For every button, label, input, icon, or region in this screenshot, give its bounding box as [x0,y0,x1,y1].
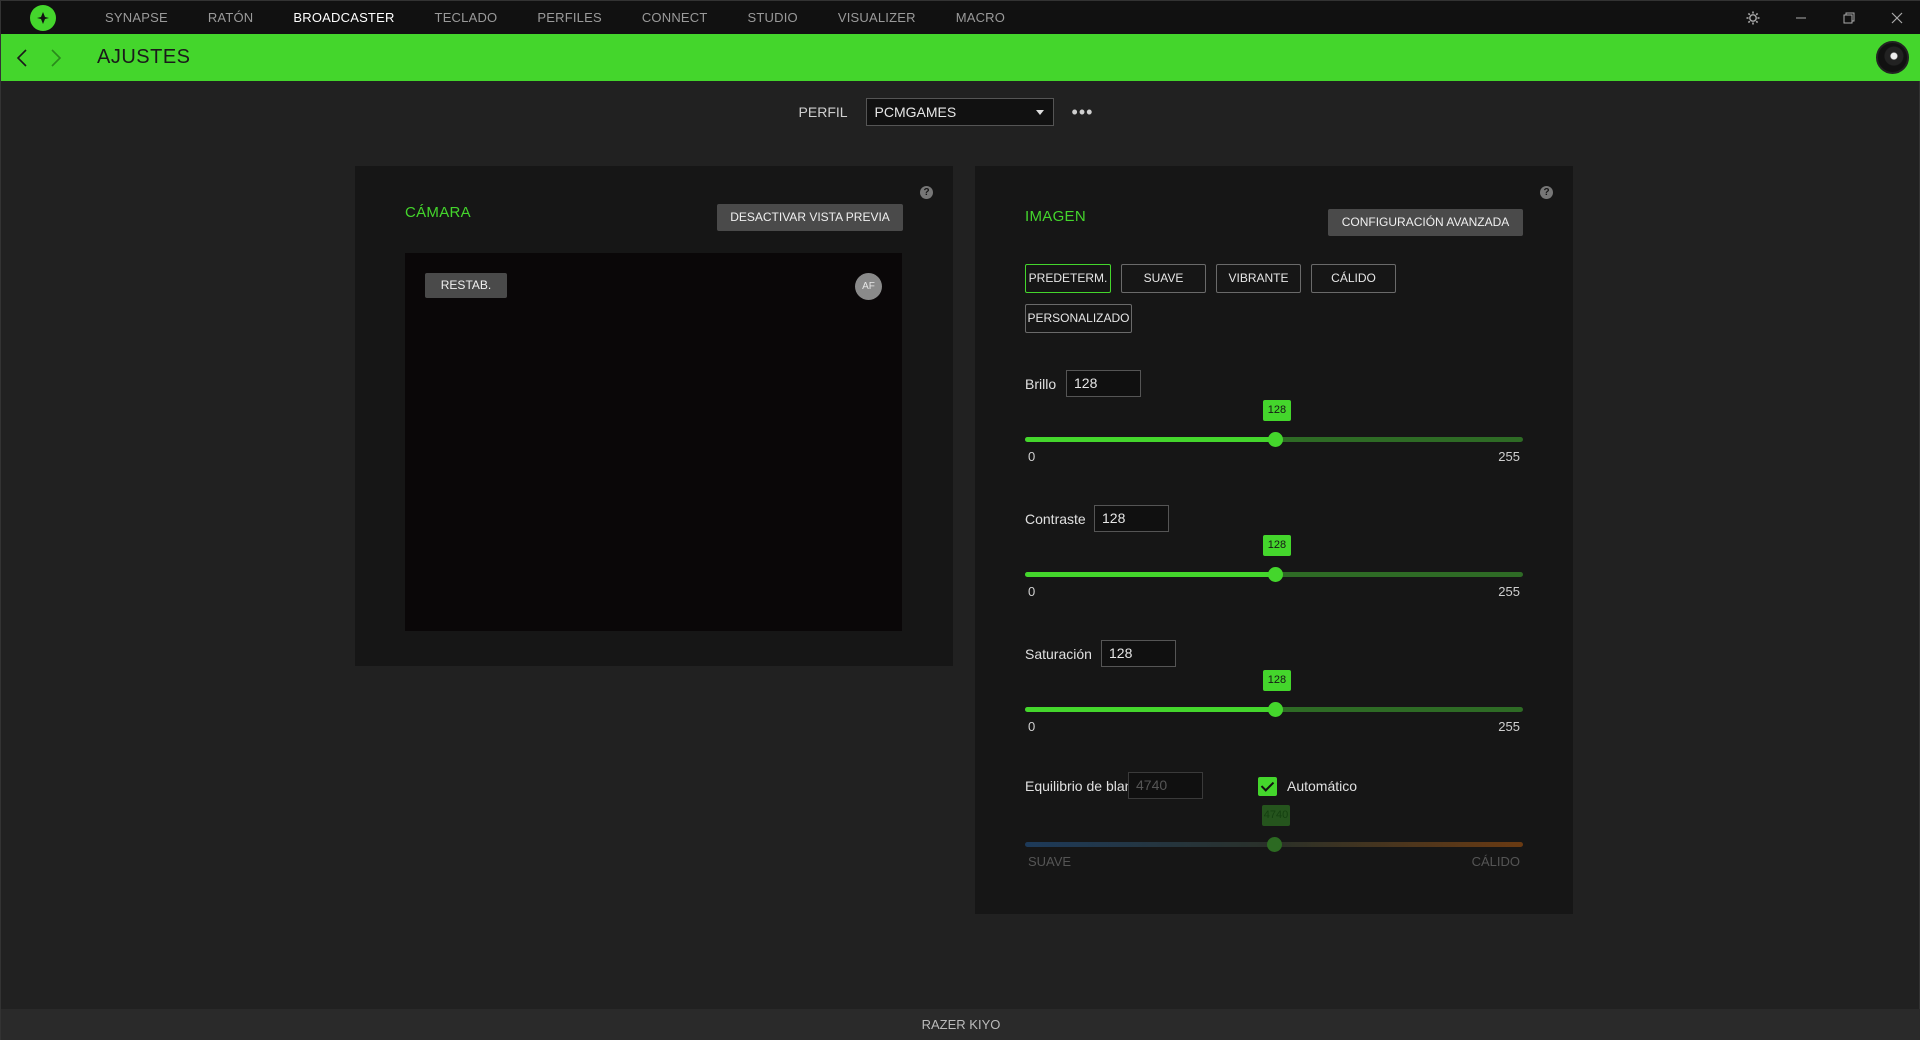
preset-default-button[interactable]: PREDETERM. [1025,264,1111,293]
saturation-label: Saturación [1025,646,1092,662]
device-footer: RAZER KIYO [1,1009,1920,1040]
slider-max-label: 255 [1498,719,1520,734]
nav-item-synapse[interactable]: SYNAPSE [105,10,168,25]
image-panel: ? IMAGEN CONFIGURACIÓN AVANZADA PREDETER… [975,166,1573,914]
autofocus-button[interactable]: AF [855,273,882,300]
nav-item-visualizer[interactable]: VISUALIZER [838,10,916,25]
minimize-icon[interactable] [1777,1,1825,34]
advanced-settings-button[interactable]: CONFIGURACIÓN AVANZADA [1328,209,1523,236]
nav-item-perfiles[interactable]: PERFILES [537,10,601,25]
razer-synapse-window: SYNAPSE RATÓN BROADCASTER TECLADO PERFIL… [0,0,1920,1040]
slider-fill [1025,572,1275,577]
nav-item-macro[interactable]: MACRO [956,10,1005,25]
slider-min-label: 0 [1028,584,1036,599]
contrast-label: Contraste [1025,511,1086,527]
nav-item-broadcaster[interactable]: BROADCASTER [293,10,394,25]
preset-vibrant-button[interactable]: VIBRANTE [1216,264,1301,293]
image-section-title: IMAGEN [1025,208,1086,225]
main-nav: SYNAPSE RATÓN BROADCASTER TECLADO PERFIL… [105,1,1045,34]
top-nav-bar: SYNAPSE RATÓN BROADCASTER TECLADO PERFIL… [1,1,1920,34]
slider-value-tooltip: 128 [1262,400,1291,421]
page-header: AJUSTES [1,34,1920,81]
restore-icon[interactable] [1825,1,1873,34]
profile-label: PERFIL [798,104,848,120]
preset-soft-button[interactable]: SUAVE [1121,264,1206,293]
slider-min-label: 0 [1028,449,1036,464]
nav-item-connect[interactable]: CONNECT [642,10,708,25]
saturation-input[interactable]: 128 [1101,640,1176,667]
back-arrow-icon[interactable] [5,34,39,81]
slider-value-tooltip: 4740 [1262,805,1290,826]
razer-snake-icon [30,4,56,31]
close-icon[interactable] [1873,1,1920,34]
nav-item-raton[interactable]: RATÓN [208,10,254,25]
slider-value-tooltip: 128 [1262,535,1291,556]
slider-max-label: CÁLIDO [1471,854,1520,869]
more-options-icon[interactable]: ••• [1072,103,1094,121]
profile-row: PERFIL PCMGAMES ••• [1,98,1920,126]
forward-arrow-icon[interactable] [39,34,73,81]
page-title: AJUSTES [97,46,191,68]
nav-item-studio[interactable]: STUDIO [748,10,798,25]
preset-warm-button[interactable]: CÁLIDO [1311,264,1396,293]
slider-value-tooltip: 128 [1262,670,1291,691]
razer-logo[interactable] [23,1,63,34]
slider-max-label: 255 [1498,449,1520,464]
slider-thumb[interactable] [1267,702,1283,717]
auto-white-balance-checkbox[interactable] [1258,777,1277,796]
camera-section-title: CÁMARA [405,204,471,221]
camera-panel: ? CÁMARA DESACTIVAR VISTA PREVIA RESTAB.… [355,166,953,666]
slider-min-label: 0 [1028,719,1036,734]
slider-thumb[interactable] [1267,432,1283,447]
saturation-slider[interactable]: 128 0 255 [1025,670,1523,734]
chevron-down-icon [1035,110,1044,115]
auto-white-balance-label: Automático [1287,778,1358,794]
brightness-input[interactable]: 128 [1066,370,1141,397]
slider-fill [1025,437,1275,442]
slider-fill [1025,707,1275,712]
window-controls [1729,1,1920,34]
reset-camera-button[interactable]: RESTAB. [425,273,507,298]
brightness-label: Brillo [1025,376,1057,392]
slider-min-label: SUAVE [1028,854,1072,869]
profile-selected-value: PCMGAMES [874,104,957,120]
profile-dropdown[interactable]: PCMGAMES [865,98,1054,126]
camera-preview: RESTAB. AF [405,253,902,631]
help-icon[interactable]: ? [920,186,933,199]
nav-item-teclado[interactable]: TECLADO [435,10,498,25]
settings-gear-icon[interactable] [1729,1,1777,34]
brightness-slider[interactable]: 128 0 255 [1025,400,1523,464]
contrast-input[interactable]: 128 [1094,505,1169,532]
slider-thumb[interactable] [1267,567,1283,582]
slider-thumb[interactable] [1267,837,1282,852]
slider-max-label: 255 [1498,584,1520,599]
white-balance-input[interactable]: 4740 [1128,772,1203,799]
user-avatar[interactable] [1876,41,1909,74]
contrast-slider[interactable]: 128 0 255 [1025,535,1523,599]
help-icon[interactable]: ? [1540,186,1553,199]
preset-custom-button[interactable]: PERSONALIZADO [1025,304,1132,333]
white-balance-slider[interactable]: 4740 SUAVE CÁLIDO [1025,805,1523,869]
toggle-preview-button[interactable]: DESACTIVAR VISTA PREVIA [717,204,903,231]
